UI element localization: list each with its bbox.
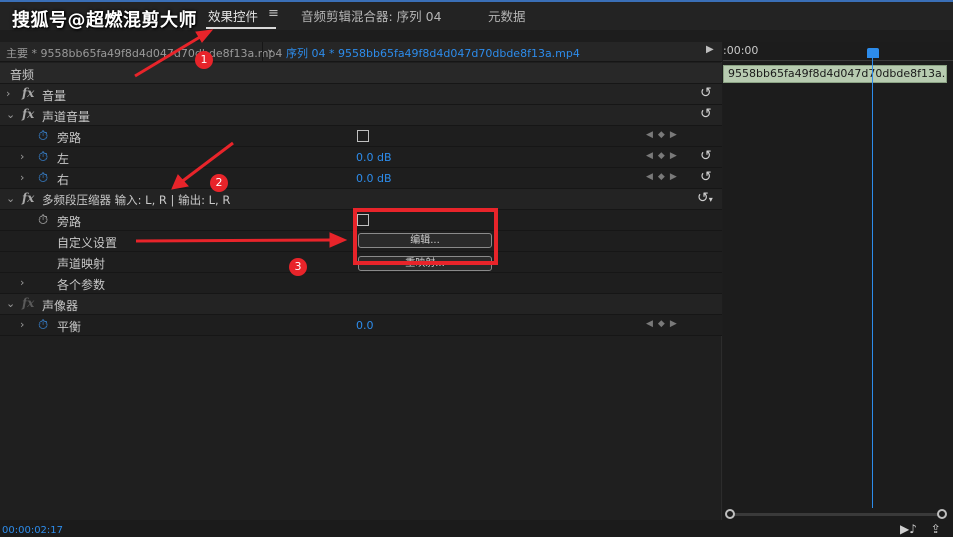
timeline-ruler[interactable] bbox=[723, 60, 953, 61]
timeline-start-timecode: :00:00 bbox=[723, 44, 759, 57]
current-timecode[interactable]: 00:00:02:17 bbox=[2, 525, 63, 536]
annotation-arrow-1 bbox=[134, 32, 206, 78]
annotation-badge-2: 2 bbox=[210, 174, 228, 192]
zoom-handle-right[interactable] bbox=[937, 509, 947, 519]
timeline-clip[interactable]: 9558bb65fa49f8d4d047d70dbde8f13a.mp4 bbox=[723, 65, 947, 83]
status-bar: 00:00:02:17 ▶♪ ⇪ bbox=[0, 520, 953, 537]
timeline-panel[interactable] bbox=[723, 42, 953, 520]
annotation-highlight-box bbox=[353, 208, 498, 265]
zoom-handle-left[interactable] bbox=[725, 509, 735, 519]
playhead-handle[interactable] bbox=[867, 48, 879, 58]
annotation-arrowhead-1 bbox=[195, 29, 214, 43]
annotation-badge-1: 1 bbox=[195, 51, 213, 69]
annotation-arrow-3 bbox=[135, 238, 333, 243]
playhead-line bbox=[872, 56, 873, 508]
zoom-scrollbar[interactable] bbox=[730, 513, 944, 516]
export-frame-icon[interactable]: ⇪ bbox=[931, 522, 941, 536]
status-icons: ▶♪ ⇪ bbox=[900, 522, 941, 536]
annotation-arrowhead-3 bbox=[329, 232, 348, 248]
play-audio-only-icon[interactable]: ▶♪ bbox=[900, 522, 917, 536]
annotation-badge-3: 3 bbox=[289, 258, 307, 276]
